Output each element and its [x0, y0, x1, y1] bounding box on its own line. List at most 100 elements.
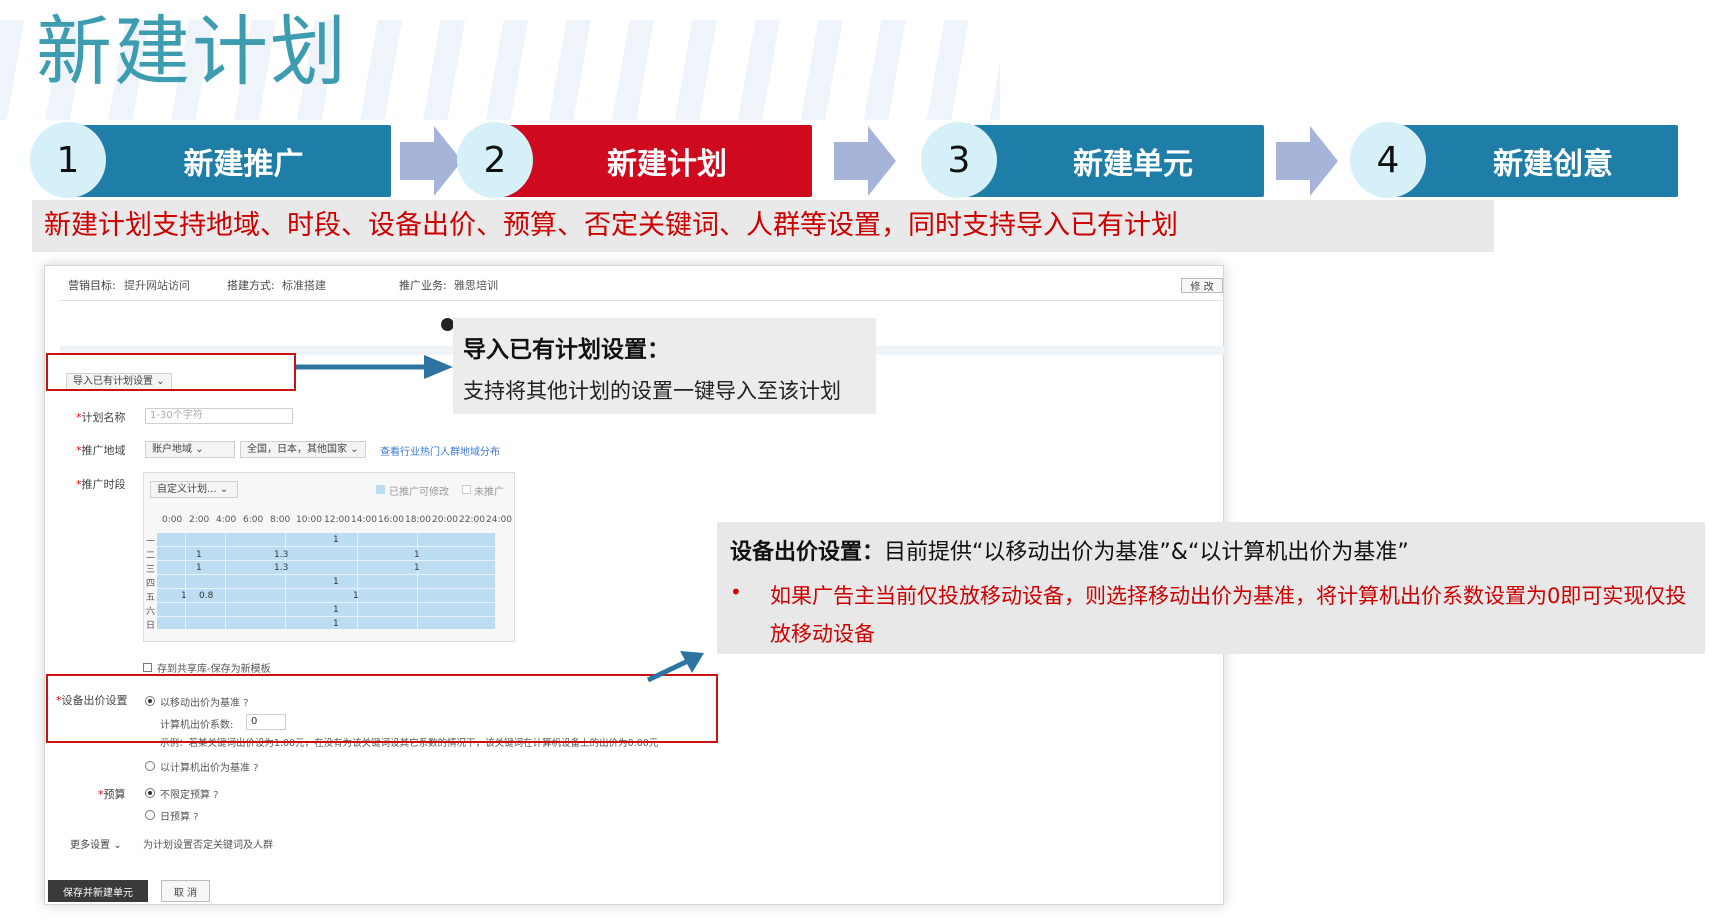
- edit-button[interactable]: 修 改: [1181, 278, 1223, 293]
- help-icon: ?: [213, 790, 219, 801]
- schedule-cell: 1: [196, 563, 202, 573]
- hour-label: 12:00: [324, 515, 350, 525]
- schedule-grid[interactable]: [157, 533, 495, 629]
- day-label: 一: [146, 537, 156, 547]
- hour-label: 0:00: [162, 515, 183, 525]
- hour-label: 6:00: [243, 515, 264, 525]
- hour-axis: 0:00 2:00 4:00 6:00 8:00 10:00 12:00 14:…: [162, 515, 516, 527]
- plan-name-input[interactable]: 1-30个字符: [145, 408, 293, 424]
- hour-label: 2:00: [189, 515, 210, 525]
- hour-label: 8:00: [270, 515, 291, 525]
- more-settings-toggle[interactable]: 更多设置 ⌄: [70, 836, 122, 851]
- step-3-label: 新建单元: [1073, 147, 1193, 182]
- day-label: 六: [146, 607, 156, 617]
- hour-label: 18:00: [405, 515, 431, 525]
- hour-label: 24:00: [486, 515, 512, 525]
- schedule-cell: 1: [196, 550, 202, 560]
- arrow-right-icon: [834, 126, 896, 196]
- arrow-right-icon: [400, 126, 462, 196]
- budget-daily-radio[interactable]: [145, 810, 155, 820]
- chevron-down-icon: ⌄: [219, 484, 229, 495]
- region-value[interactable]: 全国，日本，其他国家 ⌄: [240, 441, 366, 458]
- help-icon: ?: [253, 763, 259, 774]
- method-value: 标准搭建: [282, 279, 326, 292]
- region-distribution-link[interactable]: 查看行业热门人群地域分布: [380, 443, 500, 458]
- day-label: 二: [146, 551, 156, 561]
- pc-base-radio[interactable]: [145, 761, 155, 771]
- budget-daily-label: 日预算 ?: [160, 812, 199, 823]
- chevron-down-icon: ⌄: [195, 444, 204, 455]
- goal-label: 营销目标:: [68, 279, 116, 292]
- callout-arrow-icon: [296, 355, 453, 379]
- budget-unlimited-radio[interactable]: [145, 788, 155, 798]
- goal-value: 提升网站访问: [124, 279, 190, 292]
- schedule-select[interactable]: 自定义计划... ⌄: [150, 481, 238, 498]
- import-callout-title: 导入已有计划设置：: [463, 337, 670, 363]
- schedule-label: *推广时段: [76, 478, 126, 491]
- legend-none-swatch: [462, 485, 471, 494]
- method-label: 搭建方式:: [227, 279, 275, 292]
- business-value: 雅思培训: [454, 279, 498, 292]
- schedule-cell: 0.8: [199, 591, 214, 601]
- schedule-cell: 1: [414, 550, 420, 560]
- region-select[interactable]: 账户地域 ⌄: [145, 441, 235, 458]
- device-callout-title: 设备出价设置：: [730, 540, 885, 565]
- day-label: 日: [146, 621, 156, 631]
- pc-base-label: 以计算机出价为基准 ?: [160, 763, 259, 774]
- help-icon: ?: [193, 812, 199, 823]
- business-label: 推广业务:: [399, 279, 447, 292]
- step-1-number: 1: [30, 122, 106, 198]
- region-label: *推广地域: [76, 444, 126, 457]
- legend-modified-swatch: [376, 485, 385, 494]
- more-settings-desc: 为计划设置否定关键词及人群: [143, 840, 273, 851]
- import-callout-body: 支持将其他计划的设置一键导入至该计划: [463, 379, 841, 403]
- schedule-cell: 1: [181, 591, 187, 601]
- schedule-cell: 1: [333, 619, 339, 629]
- legend-none: 未推广: [474, 487, 504, 498]
- device-bid-highlight-box: [46, 674, 718, 743]
- budget-unlimited-label: 不限定预算 ?: [160, 790, 219, 801]
- import-highlight-box: [46, 353, 296, 391]
- day-label: 四: [146, 579, 156, 589]
- hour-label: 10:00: [296, 515, 322, 525]
- step-4-label: 新建创意: [1493, 147, 1613, 182]
- header-divider: [60, 300, 1224, 301]
- step-3-number: 3: [921, 122, 997, 198]
- schedule-cell: 1: [333, 535, 339, 545]
- hour-label: 4:00: [216, 515, 237, 525]
- device-callout-heading: 设备出价设置：目前提供“以移动出价为基准”&“以计算机出价为基准”: [730, 534, 1409, 566]
- device-callout-text: 目前提供“以移动出价为基准”&“以计算机出价为基准”: [884, 540, 1409, 565]
- schedule-cell: 1: [414, 563, 420, 573]
- save-template-checkbox[interactable]: [143, 663, 152, 672]
- hour-label: 22:00: [459, 515, 485, 525]
- save-new-unit-button[interactable]: 保存并新建单元: [48, 880, 148, 902]
- plan-name-label: *计划名称: [76, 411, 126, 424]
- budget-label: *预算: [98, 788, 126, 801]
- device-callout-bullet: •: [730, 580, 742, 604]
- chevron-down-icon: ⌄: [350, 444, 359, 455]
- cancel-button[interactable]: 取 消: [161, 880, 210, 902]
- schedule-cell: 1: [333, 605, 339, 615]
- day-label: 五: [146, 593, 156, 603]
- legend-modified: 已推广可修改: [389, 487, 449, 498]
- schedule-cell: 1.3: [274, 563, 289, 573]
- schedule-cell: 1: [353, 591, 359, 601]
- step-1: 新建推广: [66, 125, 391, 197]
- hour-label: 20:00: [432, 515, 458, 525]
- step-4: 新建创意: [1388, 125, 1678, 197]
- hour-label: 14:00: [351, 515, 377, 525]
- step-4-number: 4: [1350, 122, 1426, 198]
- schedule-cell: 1.3: [274, 550, 289, 560]
- chevron-down-icon: ⌄: [113, 840, 122, 851]
- device-callout-body: 如果广告主当前仅投放移动设备，则选择移动出价为基准，将计算机出价系数设置为0即可…: [770, 584, 1687, 646]
- day-axis: 一 二 三 四 五 六 日: [146, 533, 156, 633]
- callout-arrow-icon: [646, 651, 704, 682]
- step-1-label: 新建推广: [183, 147, 304, 182]
- step-2-label: 新建计划: [607, 147, 727, 182]
- save-template-label: 存到共享库-保存为新模板: [157, 664, 271, 675]
- schedule-cell: 1: [333, 577, 339, 587]
- arrow-right-icon: [1276, 126, 1338, 196]
- step-2: 新建计划: [494, 125, 812, 197]
- day-label: 三: [146, 565, 156, 575]
- page-title: 新建计划: [36, 7, 348, 96]
